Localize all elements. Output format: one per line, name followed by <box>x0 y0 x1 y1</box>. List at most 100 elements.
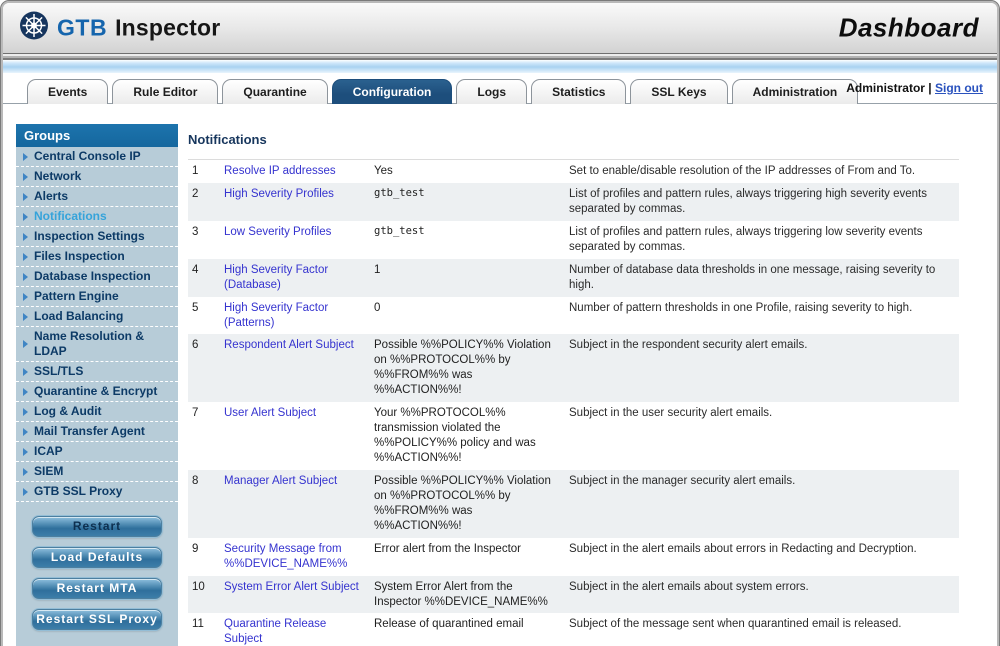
setting-value: Your %%PROTOCOL%% transmission violated … <box>374 407 536 464</box>
table-row: 3 Low Severity Profiles gtb_test List of… <box>188 221 959 259</box>
arrow-right-icon <box>23 232 28 241</box>
table-row: 8 Manager Alert Subject Possible %%POLIC… <box>188 469 959 538</box>
sidebar-item-mail-transfer-agent[interactable]: Mail Transfer Agent <box>16 422 178 442</box>
sidebar-item-label: Log & Audit <box>34 404 102 418</box>
sidebar-item-notifications[interactable]: Notifications <box>16 207 178 227</box>
row-number: 11 <box>192 618 204 631</box>
app-window: GTB Inspector Dashboard Events Rule Edit… <box>0 0 1000 646</box>
row-number: 9 <box>192 542 199 555</box>
setting-name-cell: User Alert Subject <box>224 406 364 466</box>
signout-link[interactable]: Sign out <box>935 81 983 95</box>
setting-link[interactable]: Manager Alert Subject <box>224 475 337 487</box>
content-area: Groups Central Console IP Network Alerts <box>3 104 997 646</box>
user-bar: Administrator | Sign out <box>846 81 983 95</box>
setting-value: 1 <box>374 263 381 276</box>
button-label: Load Defaults <box>50 550 144 564</box>
sidebar-item-pattern-engine[interactable]: Pattern Engine <box>16 287 178 307</box>
setting-link[interactable]: Security Message from %%DEVICE_NAME%% <box>224 543 347 570</box>
gtb-logo[interactable]: GTB Inspector <box>19 11 220 46</box>
row-number: 3 <box>192 225 199 238</box>
sidebar-item-central-console-ip[interactable]: Central Console IP <box>16 147 178 167</box>
row-number: 5 <box>192 301 199 314</box>
tab-label: SSL Keys <box>651 85 707 99</box>
sidebar-item-database-inspection[interactable]: Database Inspection <box>16 267 178 287</box>
sidebar-item-label: Network <box>34 169 82 183</box>
setting-link[interactable]: Respondent Alert Subject <box>224 339 354 351</box>
tab-statistics[interactable]: Statistics <box>531 79 627 104</box>
sidebar: Groups Central Console IP Network Alerts <box>16 124 178 646</box>
brand-product: Inspector <box>115 14 221 41</box>
sidebar-item-load-balancing[interactable]: Load Balancing <box>16 307 178 327</box>
sidebar-item-alerts[interactable]: Alerts <box>16 187 178 207</box>
arrow-right-icon <box>23 407 28 416</box>
tab-logs[interactable]: Logs <box>456 79 528 104</box>
row-number: 6 <box>192 339 199 352</box>
table-row: 9 Security Message from %%DEVICE_NAME%% … <box>188 538 959 576</box>
row-number: 1 <box>192 165 199 177</box>
setting-value: Possible %%POLICY%% Violation on %%PROTO… <box>374 339 551 397</box>
button-restart-ssl-proxy[interactable]: Restart SSL Proxy <box>32 609 162 630</box>
tab-administration[interactable]: Administration <box>731 79 859 104</box>
sidebar-item-files-inspection[interactable]: Files Inspection <box>16 247 178 267</box>
sidebar-item-name-resolution-ldap[interactable]: Name Resolution & LDAP <box>16 327 178 362</box>
setting-value: Possible %%POLICY%% Violation on %%PROTO… <box>374 474 551 532</box>
sidebar-item-icap[interactable]: ICAP <box>16 442 178 462</box>
setting-link[interactable]: High Severity Profiles <box>224 188 334 200</box>
sidebar-item-ssl-tls[interactable]: SSL/TLS <box>16 362 178 382</box>
sidebar-item-siem[interactable]: SIEM <box>16 462 178 482</box>
setting-description: Number of pattern thresholds in one Prof… <box>569 301 913 314</box>
tab-ssl-keys[interactable]: SSL Keys <box>630 79 728 104</box>
setting-link[interactable]: User Alert Subject <box>224 407 316 419</box>
tab-events[interactable]: Events <box>27 79 109 104</box>
tab-quarantine[interactable]: Quarantine <box>222 79 328 104</box>
arrow-right-icon <box>23 367 28 376</box>
table-row: 7 User Alert Subject Your %%PROTOCOL%% t… <box>188 402 959 470</box>
setting-name-cell: Quarantine Release Subject <box>224 617 364 646</box>
setting-value: 0 <box>374 301 381 314</box>
setting-name-cell: System Error Alert Subject <box>224 580 364 610</box>
setting-name-cell: Manager Alert Subject <box>224 474 364 534</box>
button-restart[interactable]: Restart <box>32 516 162 537</box>
button-load-defaults[interactable]: Load Defaults <box>32 547 162 568</box>
sidebar-item-label: Notifications <box>34 209 107 223</box>
setting-link[interactable]: Low Severity Profiles <box>224 226 331 238</box>
arrow-right-icon <box>23 447 28 456</box>
sidebar-item-quarantine-encrypt[interactable]: Quarantine & Encrypt <box>16 382 178 402</box>
setting-link[interactable]: High Severity Factor (Database) <box>224 264 328 291</box>
setting-link[interactable]: Resolve IP addresses <box>224 165 336 177</box>
sidebar-item-log-audit[interactable]: Log & Audit <box>16 402 178 422</box>
sidebar-item-label: Inspection Settings <box>34 229 145 243</box>
sidebar-item-label: SIEM <box>34 464 64 478</box>
sidebar-header: Groups <box>16 124 178 147</box>
row-number: 8 <box>192 474 199 487</box>
tab-rule-editor[interactable]: Rule Editor <box>112 79 219 104</box>
sidebar-item-gtb-ssl-proxy[interactable]: GTB SSL Proxy <box>16 482 178 502</box>
arrow-right-icon <box>23 292 28 301</box>
button-restart-mta[interactable]: Restart MTA <box>32 578 162 599</box>
setting-link[interactable]: High Severity Factor (Patterns) <box>224 302 328 329</box>
tab-label: Configuration <box>352 85 432 99</box>
arrow-right-icon <box>23 212 28 221</box>
sidebar-item-label: Pattern Engine <box>34 289 119 303</box>
button-label: Restart <box>72 519 122 533</box>
sidebar-item-inspection-settings[interactable]: Inspection Settings <box>16 227 178 247</box>
section-title: Notifications <box>188 132 267 147</box>
setting-link[interactable]: System Error Alert Subject <box>224 581 359 593</box>
arrow-right-icon <box>23 340 28 348</box>
button-label: Restart MTA <box>56 581 138 595</box>
setting-description: Subject in the alert emails about system… <box>569 580 809 593</box>
setting-description: Subject of the message sent when quarant… <box>569 618 902 631</box>
row-number: 2 <box>192 187 199 200</box>
sidebar-item-label: SSL/TLS <box>34 364 84 378</box>
tab-label: Rule Editor <box>133 85 198 99</box>
sidebar-item-label: Database Inspection <box>34 269 151 283</box>
arrow-right-icon <box>23 152 28 161</box>
setting-link[interactable]: Quarantine Release Subject <box>224 618 326 645</box>
settings-table: 1 Resolve IP addresses Yes Set to enable… <box>188 159 959 646</box>
tab-configuration[interactable]: Configuration <box>331 79 453 104</box>
arrow-right-icon <box>23 467 28 476</box>
sidebar-item-network[interactable]: Network <box>16 167 178 187</box>
sidebar-item-label: Name Resolution & LDAP <box>34 329 145 358</box>
main-content: Notifications 1 Resolve IP addresses Yes… <box>188 104 959 646</box>
arrow-right-icon <box>23 427 28 436</box>
